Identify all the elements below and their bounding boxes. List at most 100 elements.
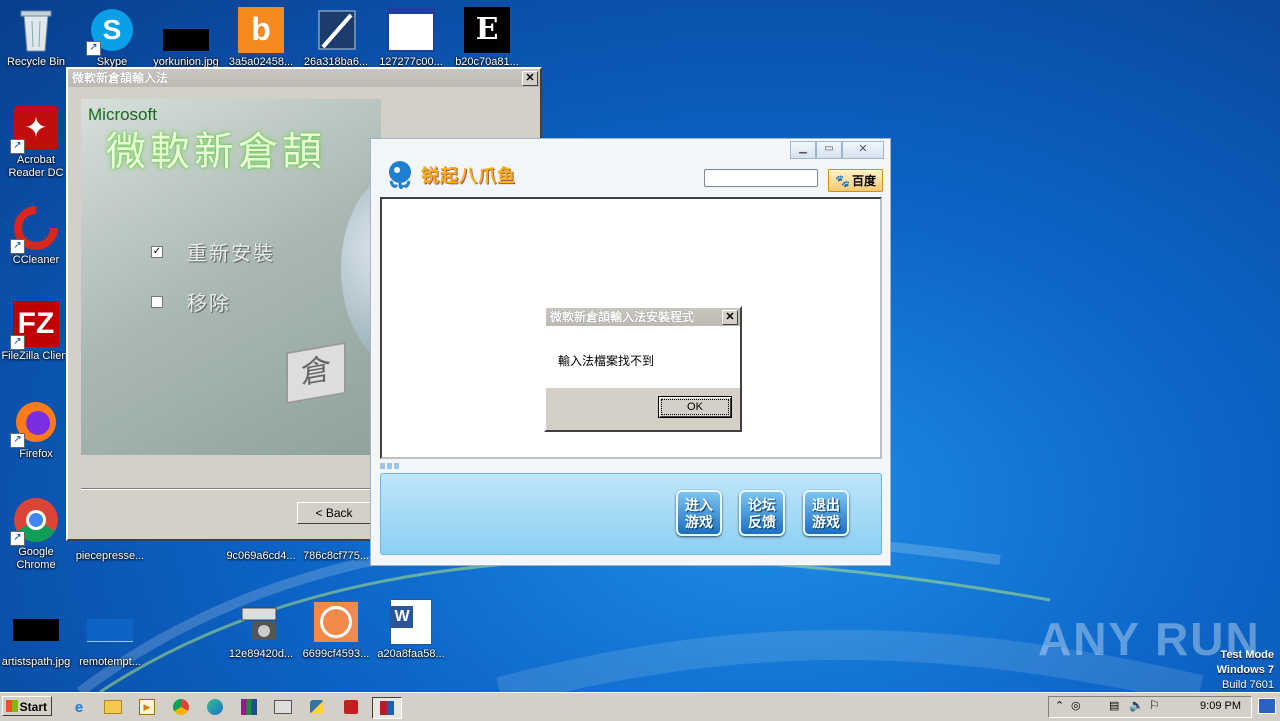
shortcut-arrow-icon: ↗ xyxy=(10,531,25,546)
installer-product: 微軟新倉頡 xyxy=(106,129,326,175)
back-button[interactable]: < Back xyxy=(297,502,371,524)
game-logo: 锐起八爪鱼 xyxy=(385,159,516,191)
option-reinstall[interactable]: ✓ 重新安裝 xyxy=(151,237,275,266)
desktop-icon-firefox[interactable]: ↗ Firefox xyxy=(0,398,74,461)
installer-taskbar-icon[interactable] xyxy=(372,697,402,719)
installer-title-bar[interactable]: 微軟新倉頡輸入法 ✕ xyxy=(68,69,540,87)
error-dialog-body: 輸入法檔案找不到 xyxy=(546,326,740,388)
desktop-icon-filezilla[interactable]: FZ ↗ FileZilla Client xyxy=(0,300,74,363)
desktop-icon-label: 9c069a6cd4... xyxy=(226,550,296,562)
desktop-icon-remotempt[interactable]: remotempt... xyxy=(72,606,148,669)
error-dialog: 微軟新倉頡輸入法安裝程式 ✕ 輸入法檔案找不到 OK xyxy=(544,306,742,432)
firefox-icon: ↗ xyxy=(10,398,60,448)
skype-icon: S ↗ xyxy=(86,6,136,56)
desktop-icon-a20a[interactable]: W a20a8faa58... xyxy=(373,598,449,661)
remove-label: 移除 xyxy=(187,293,231,315)
reinstall-label: 重新安裝 xyxy=(187,243,275,265)
installer-banner: Microsoft 微軟新倉頡 ✓ 重新安裝 移除 倉 xyxy=(81,99,381,455)
ok-button[interactable]: OK xyxy=(658,396,732,418)
ccleaner-icon: ↗ xyxy=(10,204,60,254)
desktop-icon-acrobat[interactable]: ✦ ↗ Acrobat Reader DC xyxy=(0,104,74,180)
error-dialog-title-bar[interactable]: 微軟新倉頡輸入法安裝程式 ✕ xyxy=(546,308,740,326)
installer-title: 微軟新倉頡輸入法 xyxy=(72,71,169,85)
desktop-icon-12e8[interactable]: 12e89420d... xyxy=(223,598,299,661)
window-app-icon xyxy=(387,6,435,54)
desktop-icon-b20c[interactable]: E b20c70a81... xyxy=(449,6,525,69)
ie-taskbar-icon[interactable]: e xyxy=(68,697,90,717)
option-remove[interactable]: 移除 xyxy=(151,287,231,316)
start-label: Start xyxy=(19,700,47,714)
desktop-icon-1272[interactable]: 127277c00... xyxy=(373,6,449,69)
windows-logo-icon xyxy=(6,700,18,712)
clock[interactable]: 9:09 PM xyxy=(1200,700,1241,712)
forum-feedback-button[interactable]: 论坛 反馈 xyxy=(739,490,785,536)
remove-checkbox[interactable] xyxy=(151,295,163,308)
system-tray: ⌃ ◎ ▤ 🔈 ⚐ 9:09 PM xyxy=(1048,696,1252,718)
baidu-label: 百度 xyxy=(851,174,876,188)
language-icon[interactable]: ◎ xyxy=(1071,699,1081,712)
word-document-icon: W xyxy=(387,598,435,646)
desktop-icon-label: Recycle Bin xyxy=(6,56,66,68)
network-icon[interactable]: ▤ xyxy=(1109,699,1119,712)
octopus-icon xyxy=(389,161,411,190)
game-action-panel: 进入 游戏 论坛 反馈 退出 游戏 xyxy=(380,473,882,555)
recycle-bin-icon xyxy=(12,6,60,54)
minimize-button[interactable]: ▁ xyxy=(790,141,816,159)
maximize-button[interactable]: ▭ xyxy=(816,141,842,159)
python-taskbar-icon[interactable] xyxy=(306,697,328,717)
desktop-icon-yorkunion[interactable]: yorkunion.jpg xyxy=(148,6,224,69)
volume-icon[interactable]: 🔈 xyxy=(1129,698,1144,712)
desktop-icon-label: 12e89420d... xyxy=(228,648,294,660)
search-input[interactable] xyxy=(704,169,818,187)
error-dialog-close-button[interactable]: ✕ xyxy=(722,310,738,325)
game-title: 锐起八爪鱼 xyxy=(421,166,516,186)
close-button[interactable]: ✕ xyxy=(842,141,884,159)
desktop-icon-ccleaner[interactable]: ↗ CCleaner xyxy=(0,204,74,267)
explorer-taskbar-icon[interactable] xyxy=(102,697,124,717)
show-hidden-icons-icon[interactable]: ⌃ xyxy=(1055,699,1064,712)
exit-game-button[interactable]: 退出 游戏 xyxy=(803,490,849,536)
app-taskbar-icon[interactable] xyxy=(340,697,362,717)
desktop-icon-26a3[interactable]: 26a318ba6... xyxy=(298,6,374,69)
shortcut-arrow-icon: ↗ xyxy=(10,335,25,350)
shortcut-arrow-icon: ↗ xyxy=(86,41,101,56)
filezilla-icon: FZ ↗ xyxy=(10,300,60,350)
shortcut-arrow-icon: ↗ xyxy=(10,433,25,448)
flag-icon[interactable]: ⚐ xyxy=(1149,698,1160,712)
baidu-paw-icon: 🐾 xyxy=(835,173,850,188)
shortcut-arrow-icon: ↗ xyxy=(10,139,25,154)
camera-app-icon xyxy=(237,598,285,646)
start-button[interactable]: Start xyxy=(2,696,52,716)
shortcut-arrow-icon: ↗ xyxy=(10,239,25,254)
reinstall-checkbox[interactable]: ✓ xyxy=(151,245,163,258)
chrome-taskbar-icon[interactable] xyxy=(170,697,192,717)
enter-game-button[interactable]: 进入 游戏 xyxy=(676,490,722,536)
taskbar: Start e ▶ ⌃ ◎ ▤ 🔈 ⚐ 9:09 PM xyxy=(0,692,1280,721)
desktop-icon-chrome[interactable]: ↗ Google Chrome xyxy=(0,496,74,572)
baidu-search-button[interactable]: 🐾 百度 xyxy=(828,169,883,192)
test-mode-text: Test Mode Windows 7 Build 7601 xyxy=(1216,649,1274,691)
desktop-icon-6699[interactable]: 6699cf4593... xyxy=(298,598,374,661)
desktop-icon-artistspath[interactable]: artistspath.jpg xyxy=(0,606,74,669)
desktop-icon-label: CCleaner xyxy=(12,254,60,266)
desktop-icon-label: 6699cf4593... xyxy=(302,648,370,660)
desktop-icon-recycle-bin[interactable]: Recycle Bin xyxy=(0,6,74,69)
network-taskbar-icon[interactable] xyxy=(272,697,294,717)
error-message: 輸入法檔案找不到 xyxy=(558,354,655,368)
show-desktop-button[interactable] xyxy=(1258,698,1276,714)
desktop-icon-3a5a[interactable]: b 3a5a02458... xyxy=(223,6,299,69)
error-dialog-title: 微軟新倉頡輸入法安裝程式 xyxy=(550,310,695,324)
media-player-taskbar-icon[interactable]: ▶ xyxy=(136,697,158,717)
archive-taskbar-icon[interactable] xyxy=(238,697,260,717)
desktop-icon-label: Acrobat Reader DC xyxy=(8,154,64,179)
desktop-icon-label: remotempt... xyxy=(79,656,141,668)
desktop-icon-label: 786c8cf775... xyxy=(302,550,370,562)
e-app-icon: E xyxy=(463,6,511,54)
edge-taskbar-icon[interactable] xyxy=(204,697,226,717)
installer-close-button[interactable]: ✕ xyxy=(522,71,538,86)
desktop-icon-skype[interactable]: S ↗ Skype xyxy=(74,6,150,69)
bing-icon: b xyxy=(237,6,285,54)
disc-app-icon xyxy=(312,598,360,646)
desktop-icon-label: piecepresse... xyxy=(75,550,145,562)
image-file-icon xyxy=(86,606,134,654)
